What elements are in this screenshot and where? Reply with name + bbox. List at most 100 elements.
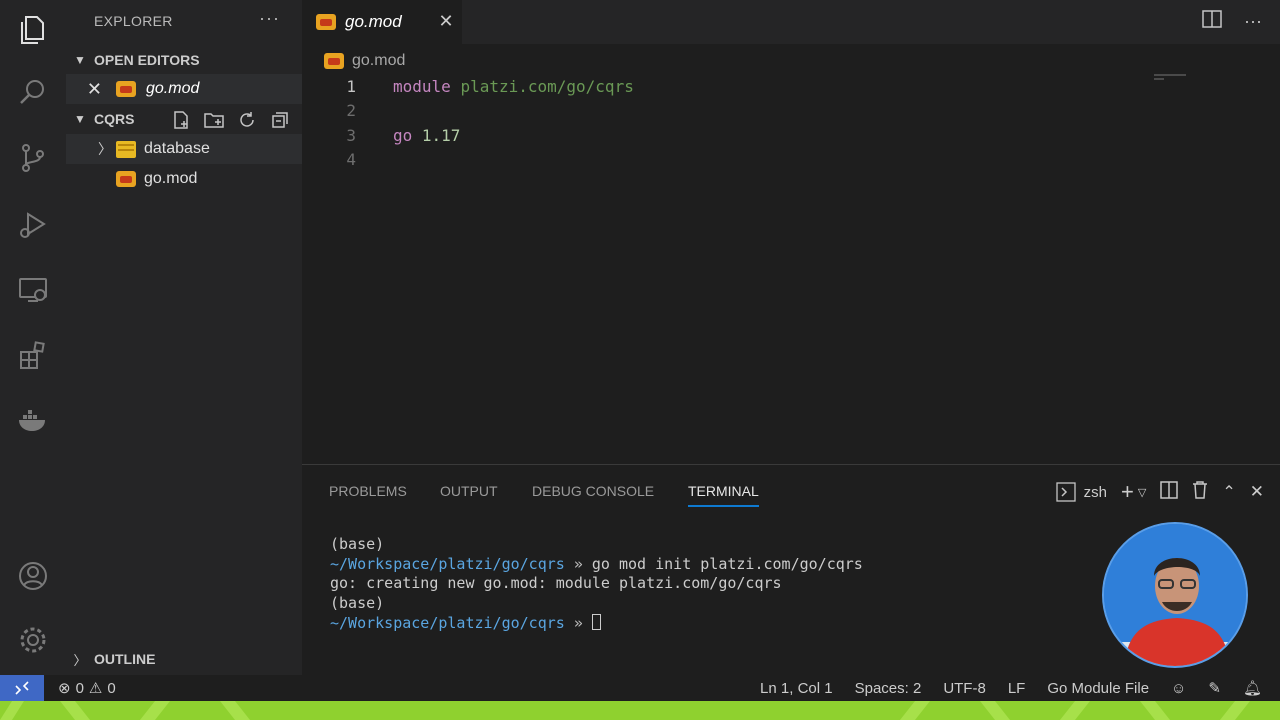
- collapse-all-icon[interactable]: [269, 109, 291, 131]
- split-editor-icon[interactable]: [1202, 10, 1222, 33]
- indentation[interactable]: Spaces: 2: [855, 680, 922, 697]
- line-number: 2: [346, 100, 356, 120]
- terminal-line: go: creating new go.mod: module platzi.c…: [330, 574, 782, 593]
- trash-icon[interactable]: [1192, 481, 1208, 503]
- panel-actions: zsh + ▽ ⌃ ✕: [1056, 479, 1264, 505]
- source-control-icon[interactable]: [13, 138, 53, 178]
- go-version: 1.17: [421, 125, 461, 145]
- terminal-line: (base): [330, 535, 385, 553]
- problems-summary[interactable]: ⊗ 0 ⚠ 0: [58, 679, 116, 698]
- breadcrumb-file: go.mod: [352, 52, 406, 69]
- terminal-output[interactable]: (base) ~/Workspace/platzi/go/cqrs » go m…: [330, 535, 863, 634]
- close-icon[interactable]: ✕: [436, 11, 456, 32]
- chevron-right-icon: 〉: [73, 652, 87, 668]
- language-mode[interactable]: Go Module File: [1047, 680, 1149, 697]
- outline-header[interactable]: 〉 OUTLINE: [66, 645, 302, 673]
- editor-tab-bar: go.mod ✕ ···: [302, 0, 1280, 44]
- go-file-icon: [116, 81, 136, 97]
- warning-icon: ⚠: [88, 680, 103, 697]
- account-icon[interactable]: [13, 556, 53, 596]
- close-panel-icon[interactable]: ✕: [1250, 482, 1264, 502]
- tree-item-database[interactable]: 〉 database: [66, 134, 302, 164]
- project-label: CQRS: [94, 111, 135, 127]
- terminal-icon: [1056, 482, 1076, 502]
- terminal-prompt: »: [573, 613, 583, 632]
- activity-bar: [0, 0, 66, 675]
- keyword: go: [393, 125, 413, 145]
- encoding[interactable]: UTF-8: [943, 680, 986, 697]
- editor-actions: ···: [1202, 10, 1262, 33]
- new-folder-icon[interactable]: [203, 109, 225, 131]
- keyword: module: [393, 76, 451, 96]
- code-line: 4: [302, 147, 1280, 171]
- cursor-position[interactable]: Ln 1, Col 1: [760, 680, 833, 697]
- refresh-icon[interactable]: [236, 109, 258, 131]
- module-path: platzi.com/go/cqrs: [460, 76, 634, 96]
- terminal-path: ~/Workspace/platzi/go/cqrs: [330, 554, 565, 573]
- open-editor-item[interactable]: ✕ go.mod: [66, 74, 302, 104]
- go-file-icon: [324, 53, 344, 69]
- terminal-line: ~/Workspace/platzi/go/cqrs » go mod init…: [330, 555, 863, 575]
- open-editors-label: OPEN EDITORS: [94, 52, 200, 68]
- settings-gear-icon[interactable]: [13, 620, 53, 660]
- warning-count: 0: [107, 679, 116, 697]
- split-terminal-icon[interactable]: [1160, 481, 1179, 503]
- new-file-icon[interactable]: [170, 109, 192, 131]
- line-number: 4: [346, 149, 356, 169]
- tab-problems[interactable]: PROBLEMS: [329, 483, 407, 507]
- tab-label: go.mod: [345, 12, 402, 31]
- end-of-line[interactable]: LF: [1008, 680, 1026, 697]
- code-line: 2: [302, 98, 1280, 122]
- maximize-panel-icon[interactable]: ⌃: [1222, 482, 1235, 502]
- notifications-bell-icon[interactable]: 🔔︎: [1243, 679, 1262, 697]
- tab-terminal[interactable]: TERMINAL: [688, 483, 759, 507]
- tab-debug-console[interactable]: DEBUG CONSOLE: [532, 483, 654, 507]
- close-icon[interactable]: ✕: [66, 79, 102, 100]
- shell-name: zsh: [1083, 483, 1108, 501]
- remote-indicator-icon[interactable]: [0, 675, 44, 701]
- terminal-line: (base): [330, 594, 385, 613]
- run-debug-icon[interactable]: [13, 205, 53, 245]
- brand-strip: [0, 701, 1280, 720]
- terminal-line: ~/Workspace/platzi/go/cqrs »: [330, 613, 863, 634]
- code-line: 1 module platzi.com/go/cqrs: [302, 74, 1280, 98]
- line-number: 1: [346, 76, 356, 96]
- more-actions-icon[interactable]: ···: [1244, 11, 1262, 32]
- chevron-down-icon: ▼: [74, 53, 86, 67]
- chevron-right-icon: 〉: [98, 141, 112, 157]
- error-count: 0: [75, 679, 84, 697]
- tree-item-go-mod[interactable]: go.mod: [66, 164, 302, 194]
- status-bar: ⊗ 0 ⚠ 0 Ln 1, Col 1 Spaces: 2 UTF-8 LF G…: [0, 675, 1280, 701]
- docker-icon[interactable]: [13, 400, 53, 440]
- add-terminal-icon[interactable]: +: [1121, 479, 1134, 505]
- folder-icon: [116, 140, 136, 158]
- open-editors-header[interactable]: ▼ OPEN EDITORS: [66, 47, 302, 73]
- search-icon[interactable]: [13, 72, 53, 112]
- error-icon: ⊗: [58, 680, 71, 697]
- code-line: 3 go 1.17: [302, 123, 1280, 147]
- explorer-icon[interactable]: [13, 10, 53, 50]
- webcam-overlay: [1102, 522, 1248, 668]
- terminal-shell-selector[interactable]: zsh: [1056, 482, 1107, 502]
- code-editor[interactable]: go.mod 1 module platzi.com/go/cqrs 2 3 g…: [302, 44, 1280, 464]
- go-file-icon: [116, 171, 136, 187]
- tree-item-label: database: [144, 140, 210, 157]
- presenter-image: [1104, 524, 1246, 666]
- terminal-cursor: [591, 613, 601, 630]
- explorer-sidebar: EXPLORER ··· ▼ OPEN EDITORS ✕ go.mod ▼ C…: [66, 0, 302, 675]
- editor-tab[interactable]: go.mod ✕: [302, 0, 462, 44]
- chevron-down-icon[interactable]: ▽: [1138, 486, 1146, 499]
- explorer-title: EXPLORER: [94, 13, 173, 29]
- feedback-icon[interactable]: ✎: [1208, 679, 1221, 697]
- tab-output[interactable]: OUTPUT: [440, 483, 498, 507]
- line-number: 3: [346, 125, 356, 145]
- status-right: Ln 1, Col 1 Spaces: 2 UTF-8 LF Go Module…: [760, 675, 1262, 701]
- copilot-icon[interactable]: ☺: [1171, 680, 1186, 697]
- tree-item-label: go.mod: [144, 170, 198, 187]
- go-file-icon: [316, 14, 336, 30]
- open-editor-label: go.mod: [146, 80, 200, 97]
- extensions-icon[interactable]: [13, 335, 53, 375]
- remote-explorer-icon[interactable]: [13, 270, 53, 310]
- breadcrumb[interactable]: go.mod: [324, 52, 405, 70]
- explorer-more-icon[interactable]: ···: [259, 8, 280, 29]
